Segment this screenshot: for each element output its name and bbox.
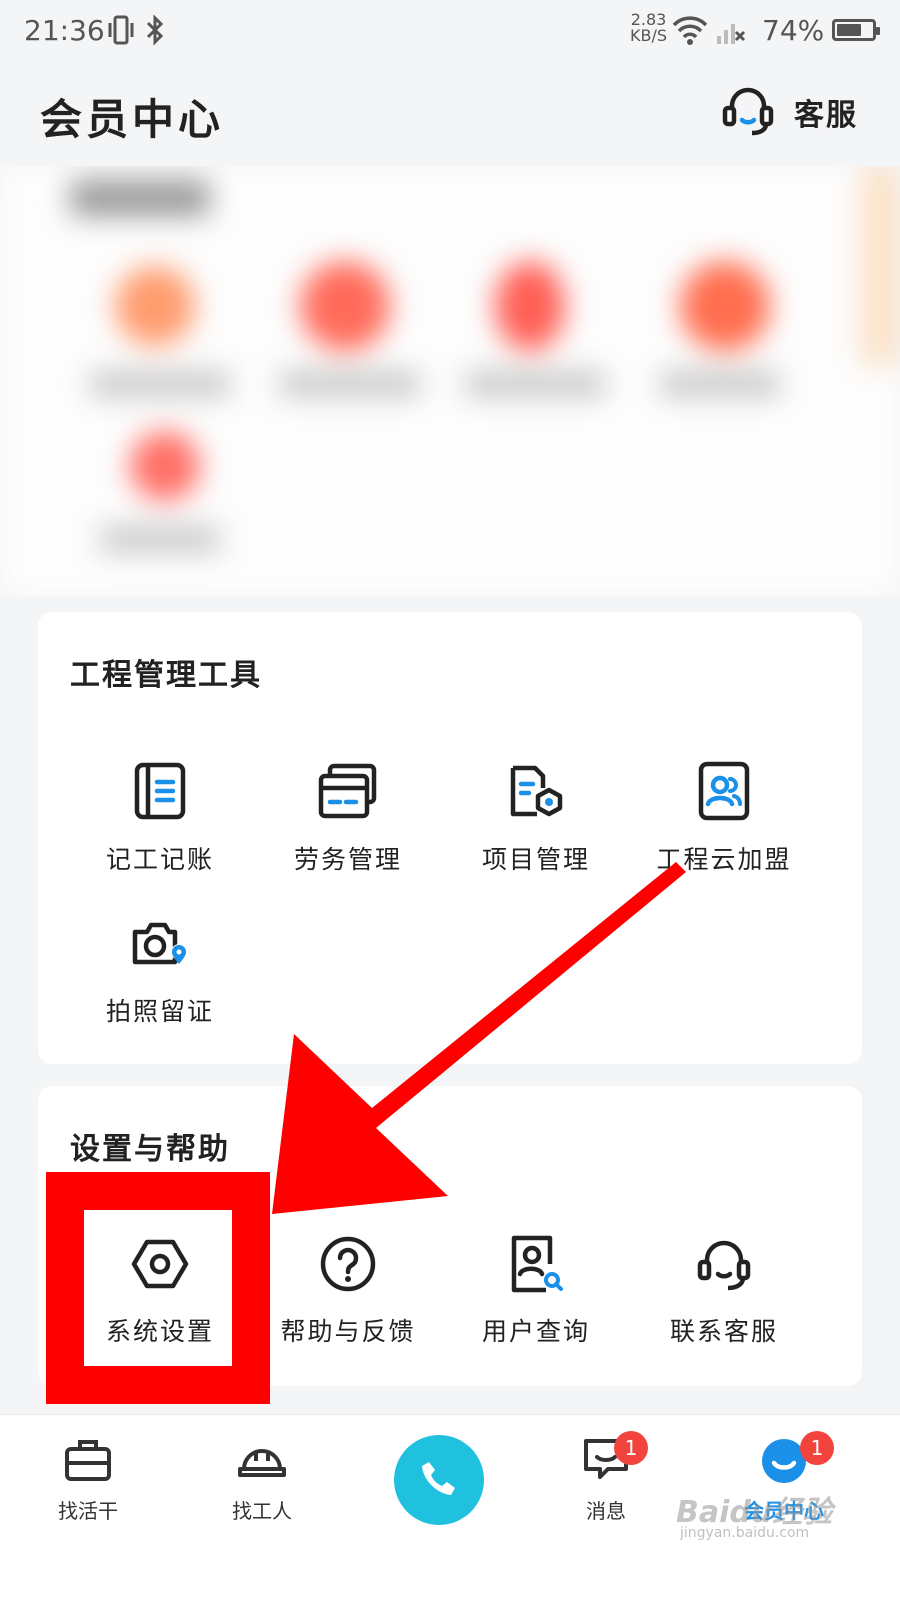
status-time: 21:36 — [24, 14, 105, 47]
help-item-label: 联系客服 — [669, 1317, 778, 1346]
phone-icon — [417, 1456, 461, 1504]
tool-item-labor[interactable]: 劳务管理 — [258, 760, 438, 876]
tab-messages[interactable]: 1 消息 — [536, 1431, 676, 1524]
member-badge: 1 — [800, 1431, 834, 1465]
briefcase-icon — [18, 1435, 158, 1485]
tool-item-cloud-join[interactable]: 工程云加盟 — [634, 760, 814, 876]
message-icon — [536, 1435, 676, 1485]
tool-item-label: 工程云加盟 — [656, 845, 792, 874]
battery-percent: 74% — [762, 14, 825, 47]
customer-service-button[interactable]: 客服 — [720, 80, 858, 144]
customer-service-label: 客服 — [794, 98, 858, 133]
cards-icon — [258, 760, 438, 822]
app-header: 会员中心 客服 — [0, 62, 900, 162]
card-title: 工程管理工具 — [70, 658, 262, 693]
wifi-icon — [672, 14, 708, 50]
status-bar: 21:36 2.83 KB/S 74% — [0, 0, 900, 62]
tab-label: 消息 — [586, 1499, 626, 1523]
signal-icon — [716, 14, 746, 50]
user-search-icon — [446, 1234, 626, 1294]
net-speed: 2.83 KB/S — [630, 10, 668, 45]
help-item-label: 帮助与反馈 — [280, 1317, 416, 1346]
help-item-feedback[interactable]: 帮助与反馈 — [258, 1234, 438, 1348]
battery-icon — [832, 19, 880, 41]
call-button[interactable] — [394, 1435, 484, 1525]
tool-item-ledger[interactable]: 记工记账 — [70, 760, 250, 876]
message-badge: 1 — [614, 1431, 648, 1465]
tool-item-label: 拍照留证 — [105, 997, 214, 1026]
help-item-label: 用户查询 — [481, 1317, 590, 1346]
tool-item-photo-evidence[interactable]: 拍照留证 — [70, 912, 250, 1028]
tool-item-label: 项目管理 — [481, 845, 590, 874]
tab-label: 找活干 — [58, 1499, 118, 1523]
tool-item-label: 记工记账 — [105, 845, 214, 874]
watermark-url: jingyan.baidu.com — [680, 1525, 810, 1541]
headset-icon — [634, 1234, 814, 1294]
bluetooth-icon — [144, 14, 166, 50]
vibrate-icon — [106, 14, 136, 50]
project-folder-icon — [446, 760, 626, 822]
help-item-contact-service[interactable]: 联系客服 — [634, 1234, 814, 1348]
engineering-tools-card: 工程管理工具 记工记账 劳务管理 项目管理 工程云加盟 拍照留证 — [38, 612, 862, 1064]
camera-location-icon — [70, 912, 250, 974]
headset-icon — [720, 82, 776, 142]
tab-find-workers[interactable]: 找工人 — [192, 1435, 332, 1524]
ledger-icon — [70, 760, 250, 822]
question-icon — [258, 1234, 438, 1294]
card-title: 设置与帮助 — [70, 1132, 230, 1167]
help-item-user-query[interactable]: 用户查询 — [446, 1234, 626, 1348]
tab-find-work[interactable]: 找活干 — [18, 1435, 158, 1524]
team-badge-icon — [634, 760, 814, 822]
bottom-tab-bar: 找活干 找工人 1 消息 1 会员中心 Baidu经验 jingyan.baid… — [0, 1414, 900, 1601]
tool-item-label: 劳务管理 — [293, 845, 402, 874]
tool-item-project[interactable]: 项目管理 — [446, 760, 626, 876]
blurred-member-panel — [0, 166, 900, 596]
annotation-highlight-box — [46, 1172, 270, 1404]
page-title: 会员中心 — [40, 95, 225, 144]
tab-label: 找工人 — [232, 1499, 292, 1523]
hardhat-icon — [192, 1435, 332, 1485]
